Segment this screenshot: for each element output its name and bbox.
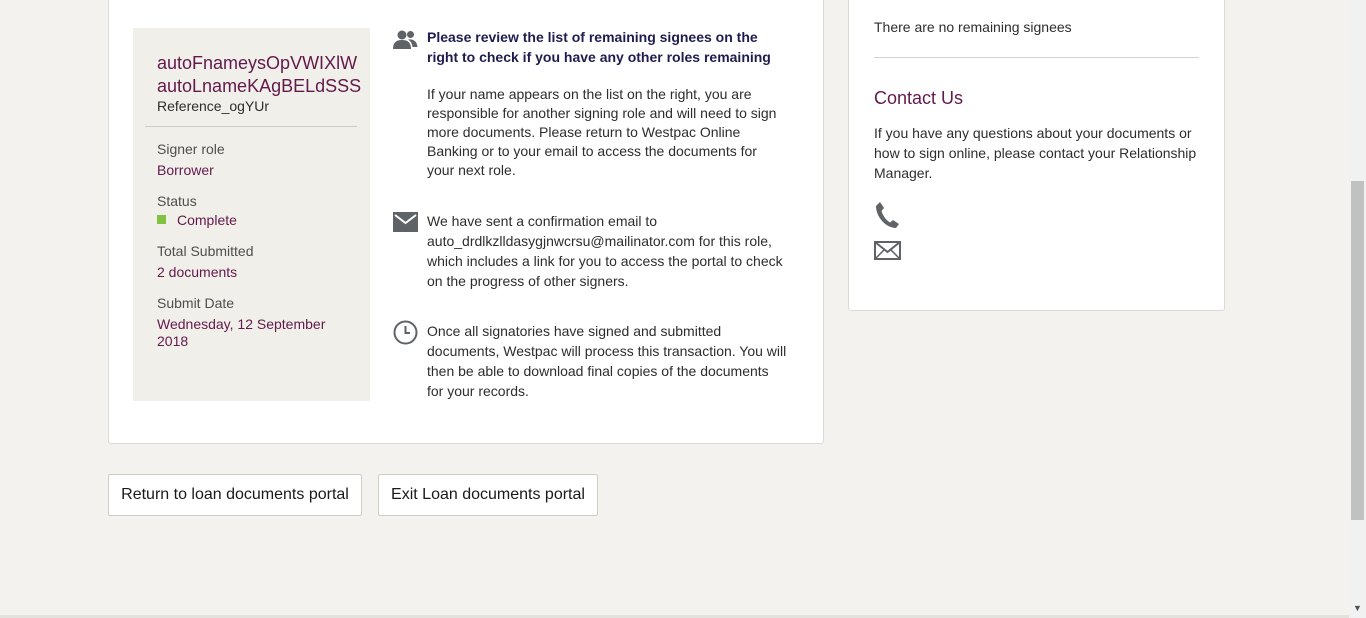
signer-reference: Reference_ogYUr [157,98,270,114]
side-divider [874,57,1199,58]
panel-divider [145,126,357,127]
status-label: Status [157,193,197,209]
return-to-portal-button[interactable]: Return to loan documents portal [108,474,362,516]
envelope-icon[interactable] [874,241,901,265]
signer-name: autoFnameysOpVWIXlW autoLnameKAgBELdSSS [157,52,361,98]
people-icon [393,29,418,55]
signer-role-value: Borrower [157,162,214,178]
signer-role-label: Signer role [157,141,225,157]
total-submitted-label: Total Submitted [157,243,254,259]
phone-icon[interactable] [874,201,900,234]
clock-icon [393,320,418,350]
exit-portal-button[interactable]: Exit Loan documents portal [378,474,598,516]
total-submitted-value: 2 documents [157,264,238,280]
status-value: Complete [177,212,237,228]
scroll-down-arrow-icon[interactable]: ▼ [1353,604,1362,613]
review-heading: Please review the list of remaining sign… [427,29,771,65]
vertical-scrollbar[interactable]: ▼ [1349,0,1366,618]
review-info: Please review the list of remaining sign… [427,27,787,180]
review-body: If your name appears on the list on the … [427,86,777,178]
signer-last-name: autoLnameKAgBELdSSS [157,76,362,96]
process-info: Once all signatories have signed and sub… [427,323,787,399]
contact-text: If you have any questions about your doc… [874,125,1197,181]
no-remaining-signees: There are no remaining signees [874,19,1072,35]
submit-date-label: Submit Date [157,295,235,311]
email-info: We have sent a confirmation email to aut… [427,213,783,289]
contact-title: Contact Us [874,88,964,108]
status-complete-indicator [157,215,166,224]
signer-first-name: autoFnameysOpVWIXlW [157,53,358,73]
mail-icon [393,211,418,238]
scrollbar-thumb[interactable] [1351,181,1364,520]
submit-date-value: Wednesday, 12 September 2018 [157,316,326,349]
